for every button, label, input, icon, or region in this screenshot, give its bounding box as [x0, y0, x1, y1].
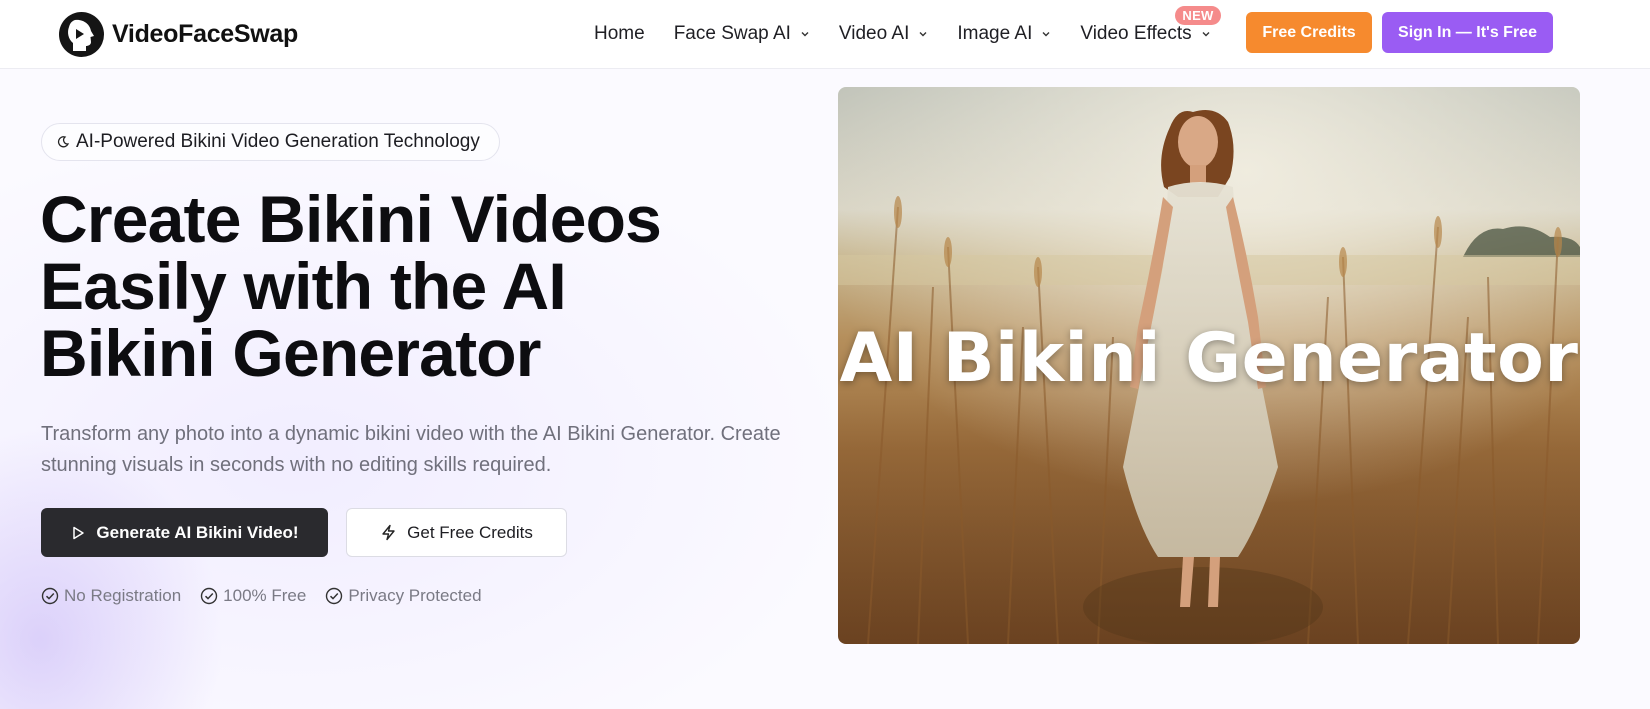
check-circle-icon — [41, 587, 59, 605]
hero-title: Create Bikini Videos Easily with the AI … — [40, 186, 760, 387]
check-circle-icon — [326, 587, 343, 605]
hero-title-line: Easily with the AI — [40, 249, 567, 323]
feature-label: Privacy Protected — [348, 586, 482, 605]
check-circle-icon — [200, 587, 218, 605]
get-free-credits-button[interactable]: Get Free Credits — [346, 508, 567, 557]
nav-item-video-effects[interactable]: Video Effects NEW — [1080, 6, 1221, 45]
nav-item-label: Video Effects — [1080, 23, 1192, 44]
nav-item-home[interactable]: Home — [594, 23, 645, 45]
hero-features: No Registration 100% Free Privacy Protec… — [41, 585, 482, 607]
feature-no-registration: No Registration — [41, 586, 181, 606]
brand-name: VideoFaceSwap — [112, 19, 298, 48]
chevron-down-icon — [919, 32, 927, 37]
face-profile-play-icon — [59, 11, 104, 57]
hero-image-caption: AI Bikini Generator — [839, 319, 1579, 398]
hero-subtitle: Transform any photo into a dynamic bikin… — [41, 423, 781, 476]
main-nav: Home Face Swap AI Video AI Image AI Vide… — [594, 6, 1240, 48]
hero-title-line: Create Bikini Videos — [40, 182, 662, 256]
chevron-down-icon — [1042, 32, 1050, 37]
nav-item-image-ai[interactable]: Image AI — [957, 23, 1051, 45]
hero-title-line: Bikini Generator — [40, 316, 541, 390]
nav-item-label: Image AI — [957, 23, 1033, 44]
sign-in-button[interactable]: Sign In — It's Free — [1382, 12, 1553, 53]
site-header: VideoFaceSwap Home Face Swap AI Video AI… — [0, 0, 1650, 69]
free-credits-button[interactable]: Free Credits — [1246, 12, 1372, 53]
nav-item-label: Home — [594, 23, 645, 44]
brand-logo[interactable]: VideoFaceSwap — [59, 11, 298, 57]
feature-free: 100% Free — [200, 586, 306, 606]
play-icon — [73, 526, 85, 539]
chevron-down-icon — [1202, 32, 1210, 37]
lightning-icon — [382, 524, 395, 541]
feature-label: 100% Free — [223, 586, 307, 605]
generate-video-label: Generate AI Bikini Video! — [96, 522, 299, 542]
hero-tag-pill: AI-Powered Bikini Video Generation Techn… — [41, 123, 500, 161]
feature-privacy-protected: Privacy Protected — [325, 586, 482, 606]
nav-item-label: Video AI — [838, 23, 910, 44]
chevron-down-icon — [801, 32, 809, 37]
new-badge: NEW — [1175, 6, 1221, 25]
nav-item-video-ai[interactable]: Video AI — [839, 23, 928, 45]
get-free-credits-label: Get Free Credits — [407, 522, 533, 542]
nav-item-label: Face Swap AI — [673, 23, 791, 44]
hero-image: AI Bikini Generator — [838, 87, 1580, 644]
feature-label: No Registration — [64, 586, 182, 605]
generate-video-button[interactable]: Generate AI Bikini Video! — [41, 508, 328, 557]
hero-tag-text: AI-Powered Bikini Video Generation Techn… — [76, 131, 480, 152]
sparkle-moon-icon — [57, 136, 70, 148]
nav-item-face-swap-ai[interactable]: Face Swap AI — [674, 23, 810, 45]
